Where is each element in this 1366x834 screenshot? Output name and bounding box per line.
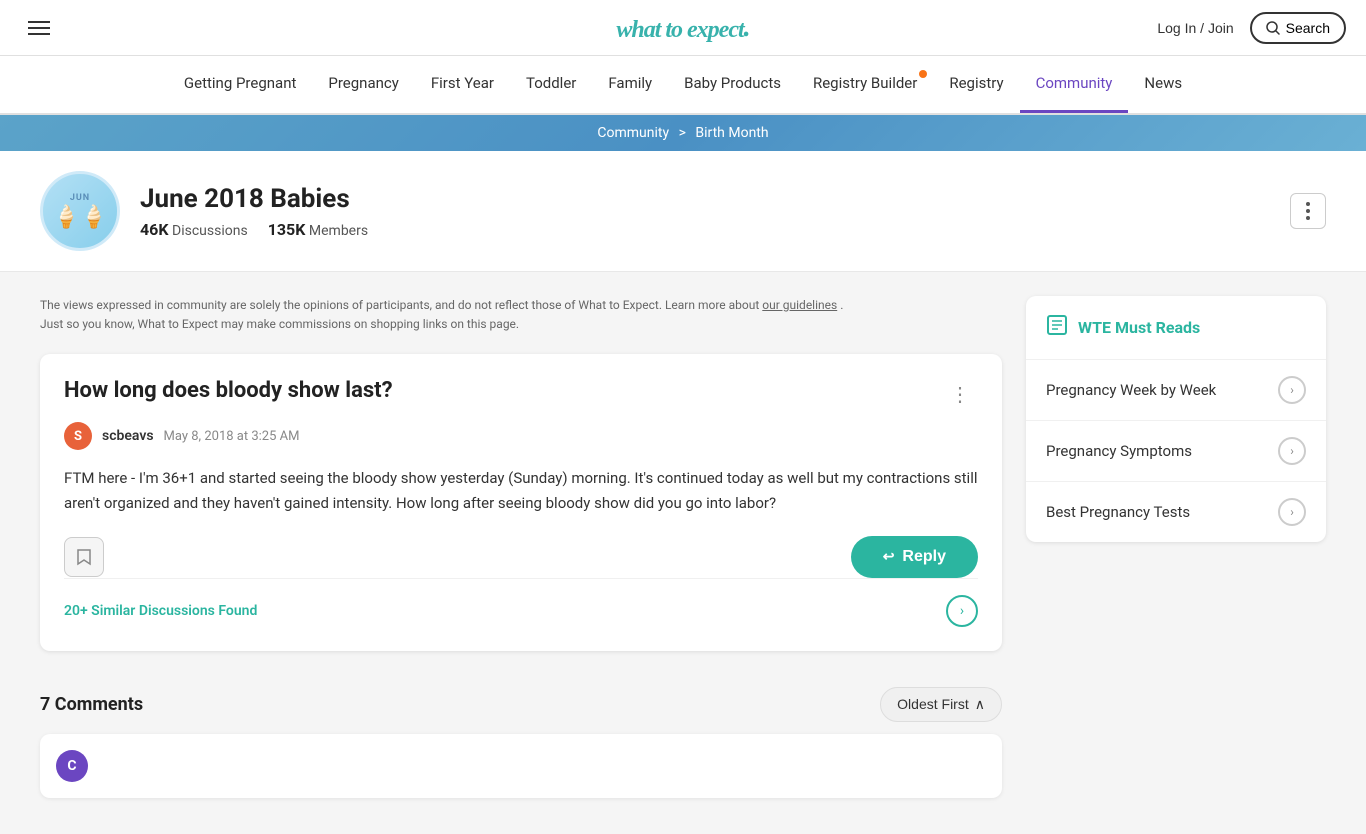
breadcrumb-banner: Community > Birth Month bbox=[0, 115, 1366, 151]
discussions-stat: 46K Discussions bbox=[140, 220, 248, 239]
bookmark-icon bbox=[76, 548, 92, 566]
search-button[interactable]: Search bbox=[1250, 12, 1346, 44]
breadcrumb-current: Birth Month bbox=[695, 125, 768, 141]
content-area: The views expressed in community are sol… bbox=[0, 272, 1366, 834]
sidebar-item-pregnancy-week[interactable]: Pregnancy Week by Week › bbox=[1026, 360, 1326, 421]
group-info: June 2018 Babies 46K Discussions 135K Me… bbox=[140, 184, 368, 239]
group-stats: 46K Discussions 135K Members bbox=[140, 220, 368, 239]
wte-must-reads-header: WTE Must Reads bbox=[1026, 296, 1326, 360]
sidebar-item-chevron: › bbox=[1278, 437, 1306, 465]
comments-count: 7 Comments bbox=[40, 694, 143, 715]
nav-item-pregnancy[interactable]: Pregnancy bbox=[312, 56, 414, 113]
group-more-button[interactable] bbox=[1290, 193, 1326, 229]
top-right-actions: Log In / Join Search bbox=[1157, 12, 1346, 44]
nav-item-getting-pregnant[interactable]: Getting Pregnant bbox=[168, 56, 312, 113]
group-month: JUN bbox=[70, 193, 90, 203]
post-options-button[interactable]: ⋮ bbox=[942, 378, 978, 410]
site-logo[interactable]: what to expect. bbox=[616, 12, 749, 44]
group-icon: JUN 🍦🍦 bbox=[40, 171, 120, 251]
post-date: May 8, 2018 at 3:25 AM bbox=[164, 429, 300, 444]
breadcrumb-separator: > bbox=[679, 125, 686, 141]
members-count: 135K bbox=[268, 220, 306, 239]
members-label: Members bbox=[309, 223, 368, 239]
post-author-name: scbeavs bbox=[102, 428, 154, 444]
hamburger-menu[interactable] bbox=[20, 13, 58, 43]
sidebar-item-chevron: › bbox=[1278, 376, 1306, 404]
sort-button[interactable]: Oldest First ∧ bbox=[880, 687, 1002, 722]
post-actions: ↩ Reply bbox=[64, 536, 978, 578]
top-bar: what to expect. Log In / Join Search bbox=[0, 0, 1366, 56]
registry-badge bbox=[919, 70, 927, 78]
post-meta: S scbeavs May 8, 2018 at 3:25 AM bbox=[64, 422, 978, 450]
group-header: JUN 🍦🍦 June 2018 Babies 46K Discussions … bbox=[0, 151, 1366, 272]
group-emoji: 🍦🍦 bbox=[53, 205, 108, 230]
disclaimer-text3: Just so you know, What to Expect may mak… bbox=[40, 317, 519, 331]
main-navigation: Getting Pregnant Pregnancy First Year To… bbox=[0, 56, 1366, 115]
disclaimer: The views expressed in community are sol… bbox=[40, 296, 1002, 334]
wte-must-reads-title: WTE Must Reads bbox=[1078, 318, 1200, 337]
sort-label: Oldest First bbox=[897, 696, 969, 712]
disclaimer-period: . bbox=[840, 298, 843, 312]
nav-item-first-year[interactable]: First Year bbox=[415, 56, 510, 113]
discussions-count: 46K bbox=[140, 220, 169, 239]
reply-button[interactable]: ↩ Reply bbox=[851, 536, 978, 578]
similar-discussions-arrow[interactable]: › bbox=[946, 595, 978, 627]
main-column: The views expressed in community are sol… bbox=[40, 296, 1002, 810]
similar-discussions-link[interactable]: 20+ Similar Discussions Found bbox=[64, 603, 257, 619]
reply-label: Reply bbox=[902, 548, 946, 566]
search-label: Search bbox=[1286, 20, 1330, 36]
sidebar-item-symptoms[interactable]: Pregnancy Symptoms › bbox=[1026, 421, 1326, 482]
nav-item-news[interactable]: News bbox=[1128, 56, 1198, 113]
comment-avatar: C bbox=[56, 750, 88, 782]
post-card: How long does bloody show last? ⋮ S scbe… bbox=[40, 354, 1002, 651]
login-button[interactable]: Log In / Join bbox=[1157, 20, 1233, 36]
comment-card: C bbox=[40, 734, 1002, 798]
sidebar-item-label: Best Pregnancy Tests bbox=[1046, 503, 1190, 521]
nav-item-registry[interactable]: Registry bbox=[933, 56, 1019, 113]
disclaimer-text1: The views expressed in community are sol… bbox=[40, 298, 762, 312]
search-icon bbox=[1266, 21, 1280, 35]
group-icon-inner: JUN 🍦🍦 bbox=[53, 193, 108, 230]
discussions-label: Discussions bbox=[172, 223, 248, 239]
sort-chevron-icon: ∧ bbox=[975, 696, 985, 713]
sidebar-item-label: Pregnancy Symptoms bbox=[1046, 442, 1192, 460]
nav-item-community[interactable]: Community bbox=[1020, 56, 1129, 113]
sidebar-item-label: Pregnancy Week by Week bbox=[1046, 381, 1216, 399]
nav-item-registry-builder[interactable]: Registry Builder bbox=[797, 56, 933, 113]
post-body: FTM here - I'm 36+1 and started seeing t… bbox=[64, 466, 978, 516]
logo-text: what to expect. bbox=[616, 17, 749, 43]
wte-must-reads-card: WTE Must Reads Pregnancy Week by Week › … bbox=[1026, 296, 1326, 542]
nav-item-toddler[interactable]: Toddler bbox=[510, 56, 592, 113]
logo-dot: . bbox=[744, 12, 750, 43]
sidebar-item-tests[interactable]: Best Pregnancy Tests › bbox=[1026, 482, 1326, 542]
breadcrumb-community[interactable]: Community bbox=[597, 125, 669, 141]
post-title: How long does bloody show last? bbox=[64, 378, 393, 403]
nav-item-family[interactable]: Family bbox=[592, 56, 668, 113]
post-author-avatar: S bbox=[64, 422, 92, 450]
sidebar-item-chevron: › bbox=[1278, 498, 1306, 526]
similar-discussions-row: 20+ Similar Discussions Found › bbox=[64, 578, 978, 627]
comments-header: 7 Comments Oldest First ∧ bbox=[40, 671, 1002, 734]
sidebar: WTE Must Reads Pregnancy Week by Week › … bbox=[1026, 296, 1326, 542]
reply-icon: ↩ bbox=[883, 548, 895, 565]
guidelines-link[interactable]: our guidelines bbox=[762, 298, 837, 312]
nav-item-baby-products[interactable]: Baby Products bbox=[668, 56, 797, 113]
bookmark-button[interactable] bbox=[64, 537, 104, 577]
wte-reads-icon bbox=[1046, 314, 1068, 341]
group-title: June 2018 Babies bbox=[140, 184, 368, 214]
post-header: How long does bloody show last? ⋮ bbox=[64, 378, 978, 410]
members-stat: 135K Members bbox=[268, 220, 368, 239]
